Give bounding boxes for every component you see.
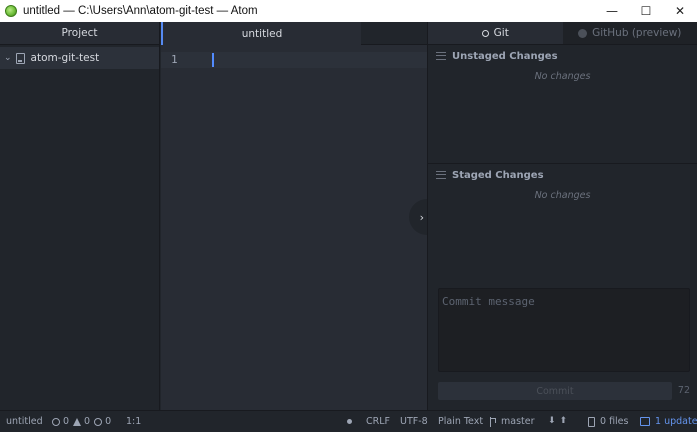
push-pull-button[interactable]: ⬇ ⬆ [548,416,571,426]
staged-changes-header: Staged Changes [428,164,697,186]
window-title: untitled — C:\Users\Ann\atom-git-test — … [23,5,258,17]
dock-tab-bar: Git GitHub (preview) [428,22,697,45]
atom-logo-icon [5,5,17,17]
chevron-right-icon: › [419,210,424,224]
tab-untitled[interactable]: untitled [161,22,361,45]
arrow-up-icon: ⬆ [559,416,568,426]
tab-github-label: GitHub (preview) [592,27,682,39]
changed-files-count: 0 files [600,416,629,427]
repo-icon [15,52,25,64]
project-root-label: atom-git-test [30,52,100,64]
arrow-down-icon: ⬇ [548,416,556,426]
diff-icon [588,416,595,427]
diagnostics-summary[interactable]: 0 0 0 [52,416,111,427]
git-commit-icon [481,29,489,37]
staged-changes-section: Staged Changes No changes [428,163,697,283]
chevron-down-icon: ⌄ [4,53,12,63]
project-root-folder[interactable]: ⌄ atom-git-test [0,47,159,69]
title-bar: untitled — C:\Users\Ann\atom-git-test — … [0,0,697,22]
unstaged-changes-section: Unstaged Changes No changes [428,45,697,163]
warning-count: 0 [84,416,91,427]
cursor-position[interactable]: 1:1 [126,416,141,427]
update-notification[interactable]: 1 update [640,416,697,427]
tab-project[interactable]: Project [0,22,159,45]
dock-toggle-button[interactable]: › [409,199,427,235]
changed-files-button[interactable]: 0 files [588,416,628,427]
error-count: 0 [63,416,70,427]
update-count: 1 update [655,416,697,427]
branch-selector[interactable]: master [490,416,535,427]
commit-char-count: 72 [677,385,690,396]
editor-tab-bar: untitled [161,22,427,45]
maximize-button[interactable]: ☐ [629,0,663,22]
status-file-name[interactable]: untitled [6,416,43,427]
list-unordered-icon [436,52,446,60]
grammar-selector[interactable]: Plain Text [438,416,483,427]
text-editor[interactable]: untitled 1 › [161,22,427,410]
info-icon [94,417,103,426]
unstaged-changes-title: Unstaged Changes [452,50,558,62]
git-panel: Git GitHub (preview) Unstaged Changes No… [427,22,697,410]
branch-name: master [501,416,535,427]
window-controls: — ☐ ✕ [595,0,697,22]
text-cursor [212,53,214,67]
unstaged-empty-message: No changes [534,71,591,82]
tab-git[interactable]: Git [428,22,563,44]
staged-changes-title: Staged Changes [452,169,544,181]
github-icon [578,28,588,38]
minimize-button[interactable]: — [595,0,629,22]
warning-icon [73,417,82,426]
tree-view: Project ⌄ atom-git-test [0,22,160,410]
commit-message-input[interactable]: Commit message [438,288,690,372]
info-count: 0 [105,416,112,427]
package-icon [640,417,650,426]
close-button[interactable]: ✕ [663,0,697,22]
commit-row: Commit 72 [438,382,690,402]
line-ending-selector[interactable]: CRLF [366,416,390,427]
encoding-selector[interactable]: UTF-8 [400,416,428,427]
current-line-highlight [161,52,427,68]
git-branch-icon [490,416,496,427]
error-icon [52,417,60,426]
tab-github[interactable]: GitHub (preview) [562,22,697,44]
commit-button[interactable]: Commit [438,382,672,400]
line-number: 1 [171,53,178,66]
staged-empty-message: No changes [534,190,591,201]
tab-git-label: Git [493,27,509,39]
status-bar: untitled 0 0 0 1:1 CRLF UTF-8 Plain Text… [0,410,697,432]
modified-dot-icon [347,419,352,424]
tasklist-icon [436,171,446,179]
unstaged-changes-header: Unstaged Changes [428,45,697,67]
